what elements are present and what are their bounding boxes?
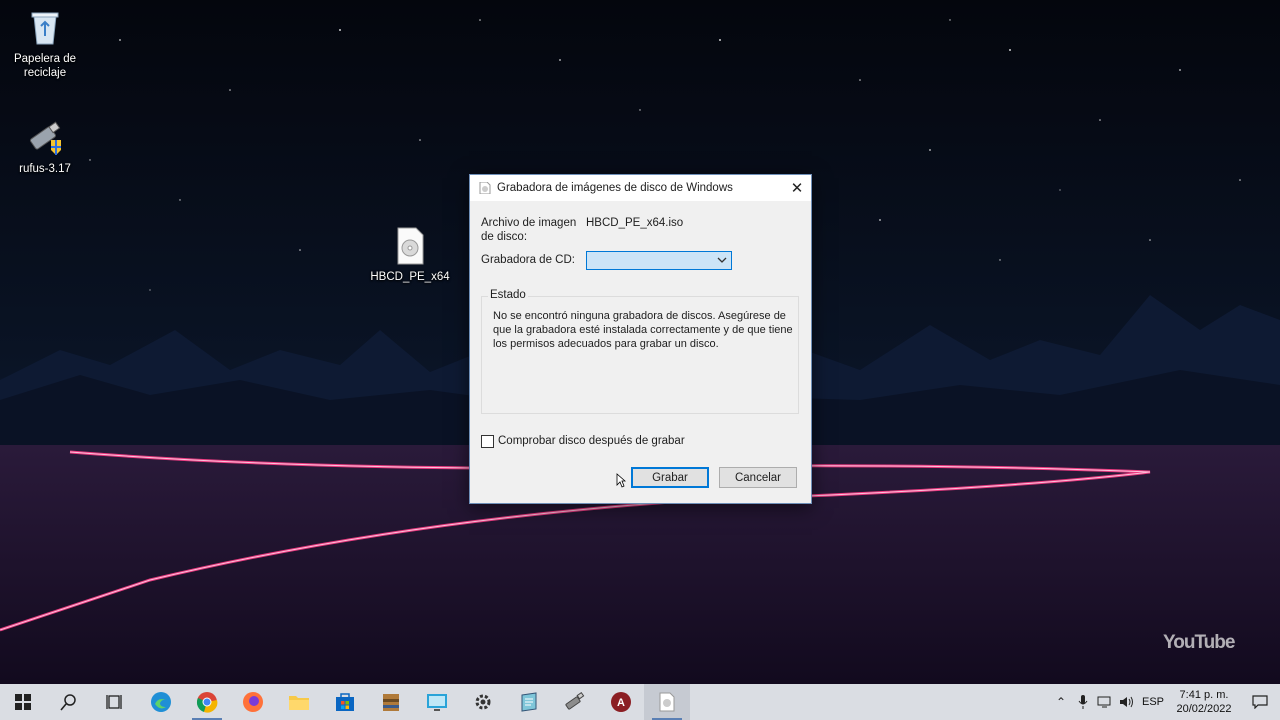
taskbar-app-a[interactable]: A [598, 684, 644, 720]
desktop-icon-label-2: reciclaje [23, 67, 67, 79]
taskbar-firefox[interactable] [230, 684, 276, 720]
chrome-icon [196, 692, 218, 713]
system-tray: ⌃ ESP 7:41 p. m. 20/02/2022 [1050, 684, 1280, 720]
start-button[interactable] [0, 684, 46, 720]
image-file-label-line1: Archivo de imagen [481, 217, 577, 229]
network-icon[interactable] [1094, 696, 1116, 708]
disc-image-file-icon [390, 226, 430, 266]
search-button[interactable] [46, 684, 92, 720]
burn-button[interactable]: Grabar [631, 467, 709, 488]
image-file-label: Archivo de imagen de disco: [481, 216, 576, 244]
taskbar-remote-desktop[interactable] [414, 684, 460, 720]
taskbar-notepad[interactable] [506, 684, 552, 720]
verify-disc-label: Comprobar disco después de grabar [498, 435, 685, 447]
desktop-icon-label: Papelera de [13, 53, 77, 65]
desktop-icon-recycle-bin[interactable]: Papelera de reciclaje [0, 8, 90, 80]
usb-drive-icon [25, 118, 65, 158]
show-hidden-icons[interactable]: ⌃ [1050, 695, 1072, 709]
taskbar-settings[interactable] [460, 684, 506, 720]
start-icon [15, 694, 31, 710]
svg-text:A: A [617, 697, 625, 709]
clock[interactable]: 7:41 p. m. 20/02/2022 [1168, 688, 1240, 716]
desktop-icon-label: HBCD_PE_x64 [370, 271, 450, 283]
store-icon [336, 693, 354, 711]
taskbar-disc-burner[interactable] [644, 684, 690, 720]
cancel-button[interactable]: Cancelar [719, 467, 797, 488]
mouse-cursor-icon [616, 473, 626, 488]
desktop-icon-rufus[interactable]: rufus-3.17 [0, 118, 90, 176]
disc-burner-icon [659, 692, 675, 712]
remote-desktop-icon [427, 694, 447, 711]
task-view-icon [106, 695, 122, 709]
archive-icon [383, 694, 399, 711]
notepad-icon [521, 692, 537, 712]
image-file-value: HBCD_PE_x64.iso [586, 217, 684, 229]
taskbar-archive[interactable] [368, 684, 414, 720]
app-a-icon: A [611, 692, 631, 712]
close-icon: ✕ [790, 180, 804, 197]
disc-burner-icon [479, 181, 491, 195]
settings-icon [475, 694, 491, 710]
dialog-title: Grabadora de imágenes de disco de Window… [497, 182, 733, 194]
status-group: Estado No se encontró ninguna grabadora … [481, 289, 799, 414]
status-message: No se encontró ninguna grabadora de disc… [493, 310, 793, 350]
title-bar[interactable]: Grabadora de imágenes de disco de Window… [470, 175, 811, 201]
burner-label: Grabadora de CD: [481, 254, 575, 266]
firefox-icon [243, 692, 263, 712]
checkbox-box[interactable] [481, 434, 494, 448]
close-button[interactable]: ✕ [783, 175, 811, 201]
file-explorer-icon [289, 696, 309, 710]
verify-disc-checkbox[interactable]: Comprobar disco después de grabar [481, 434, 685, 448]
disc-image-burner-dialog: Grabadora de imágenes de disco de Window… [469, 174, 812, 504]
taskbar-chrome[interactable] [184, 684, 230, 720]
taskbar-edge[interactable] [138, 684, 184, 720]
taskbar-store[interactable] [322, 684, 368, 720]
clock-date: 20/02/2022 [1176, 703, 1232, 715]
desktop-icon-label: rufus-3.17 [19, 163, 71, 175]
language-indicator[interactable]: ESP [1138, 696, 1168, 708]
clock-time: 7:41 p. m. [1179, 689, 1229, 701]
recycle-bin-icon [25, 8, 65, 48]
notification-icon [1252, 695, 1268, 709]
notification-center-button[interactable] [1240, 695, 1280, 709]
taskbar-file-explorer[interactable] [276, 684, 322, 720]
status-legend: Estado [488, 289, 528, 301]
taskbar: A ⌃ ESP 7:41 p. m. 20/02/2022 [0, 684, 1280, 720]
burner-select[interactable] [586, 251, 732, 270]
edge-icon [151, 692, 171, 712]
youtube-watermark: YouTube [1163, 632, 1235, 653]
taskbar-usb-tool[interactable] [552, 684, 598, 720]
desktop-icon-hbcd-iso[interactable]: HBCD_PE_x64 [365, 226, 455, 284]
chevron-down-icon [717, 257, 727, 263]
microphone-icon[interactable] [1072, 695, 1094, 709]
image-file-label-line2: de disco: [481, 231, 528, 243]
chevron-up-icon: ⌃ [1055, 695, 1067, 709]
task-view-button[interactable] [92, 684, 138, 720]
volume-icon[interactable] [1116, 696, 1138, 708]
usb-tool-icon [565, 691, 585, 710]
search-icon [60, 694, 76, 711]
